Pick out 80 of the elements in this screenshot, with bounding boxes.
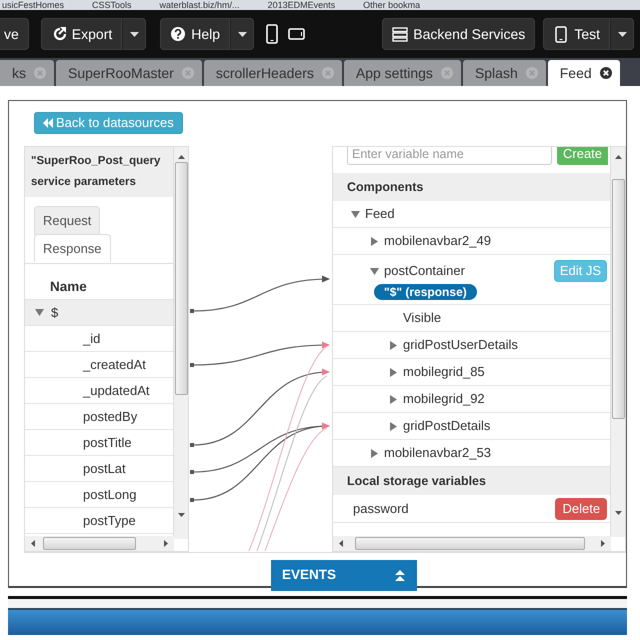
test-button[interactable]: Test [543,18,610,50]
dropdown-toggle-button[interactable] [122,18,146,50]
server-icon [392,26,408,42]
variable-name: password [353,500,409,518]
tree-row[interactable]: Visible [333,305,610,332]
editor-tab[interactable]: App settings [344,60,461,86]
tablet-view-icon[interactable] [288,28,306,40]
bookmark-link[interactable]: 2013EDMEvents [268,0,336,10]
tree-label: mobilenavbar2_53 [384,444,491,462]
events-bar[interactable]: EVENTS [271,560,417,591]
section-header: Components [333,173,610,201]
collapsed-arrow-icon[interactable] [370,448,379,458]
editor-tab[interactable]: Feed [548,60,620,86]
tree-row[interactable]: gridPostUserDetails [333,332,610,359]
tree-row[interactable]: gridPostDetails [333,413,610,440]
tree-row[interactable]: mobilegrid_92 [333,386,610,413]
collapsed-arrow-icon[interactable] [389,368,398,376]
scrollbar[interactable] [25,536,174,551]
tree-label: gridPostDetails [403,417,490,436]
bookmark-link[interactable]: usicFestHomes [2,0,64,10]
collapsed-arrow-icon[interactable] [389,394,398,404]
dropdown-toggle-button[interactable] [610,18,634,50]
arrow-left-icon [339,540,343,547]
expanded-arrow-icon[interactable] [351,210,360,218]
panel-tab[interactable]: Response [34,234,111,262]
panel-tab[interactable]: Request [34,206,100,234]
arrow-down-icon [614,511,622,515]
expanded-arrow-icon[interactable] [35,308,44,317]
tree-label: gridPostUserDetails [403,336,518,354]
tree-row[interactable]: mobilegrid_85 [333,359,610,386]
arrow-right-icon [164,540,168,547]
bookmark-link[interactable]: Other bookma [363,0,420,10]
tree-label: mobilenavbar2_49 [384,232,491,250]
arrow-right-icon [601,540,605,547]
tree-label: mobilegrid_92 [403,390,485,408]
close-icon[interactable] [600,67,612,79]
backend-services-button[interactable]: Backend Services [382,18,536,50]
caret-icon [130,32,139,36]
double-arrow-up-icon [395,570,405,581]
section-header: Local storage variables [333,467,610,495]
tree-label: Visible [403,309,442,328]
editor-tab[interactable]: scrollerHeaders [204,60,342,86]
expanded-arrow-icon[interactable] [370,266,379,276]
tree-label: Feed [365,205,395,224]
editor-tab[interactable]: SuperRooMaster [56,60,202,86]
tree-label: postContainer [384,262,465,280]
collapsed-arrow-icon[interactable] [389,422,398,430]
delete-button[interactable]: Delete [555,498,608,520]
bookmark-link[interactable]: waterblast.biz/hm/... [160,0,240,10]
help-button[interactable]: Help [160,18,230,50]
bookmark-link[interactable]: CSSTools [92,0,132,10]
variable-name-field[interactable]: Enter variable name [347,147,552,165]
arrow-up-icon [178,155,185,159]
double-arrow-left-icon [43,118,53,128]
scrollbar[interactable] [333,536,611,551]
arrow-down-icon [178,513,185,517]
help-icon [170,26,186,42]
scrollbar[interactable] [173,147,188,539]
save-button[interactable]: ve [0,18,29,50]
collapsed-arrow-icon[interactable] [370,236,379,246]
arrow-up-icon [614,155,622,159]
tree-row[interactable]: postContainer Edit JS "$" (response) [333,255,610,305]
tree-row[interactable]: $ [25,300,174,326]
dropdown-toggle-button[interactable] [230,18,254,50]
binding-badge: "$" (response) [374,284,477,300]
tree-label: $ [51,304,58,322]
caret-icon [238,32,247,36]
caret-icon [618,32,626,36]
tree-label: mobilegrid_85 [403,363,485,382]
phone-icon [553,26,570,42]
editor-tab[interactable]: ks [0,60,54,86]
arrow-left-icon [31,540,35,547]
collapsed-arrow-icon[interactable] [389,340,398,350]
editor-tab[interactable]: Splash [462,60,546,86]
tree-row[interactable]: mobilenavbar2_49 [333,228,610,255]
panel-header: "SuperRoo_Post_query service parameters [25,147,174,197]
phone-view-icon[interactable] [266,24,278,44]
scrollbar[interactable] [610,147,625,537]
export-button[interactable]: Export [40,18,122,50]
tree-row[interactable]: Feed [333,201,610,228]
